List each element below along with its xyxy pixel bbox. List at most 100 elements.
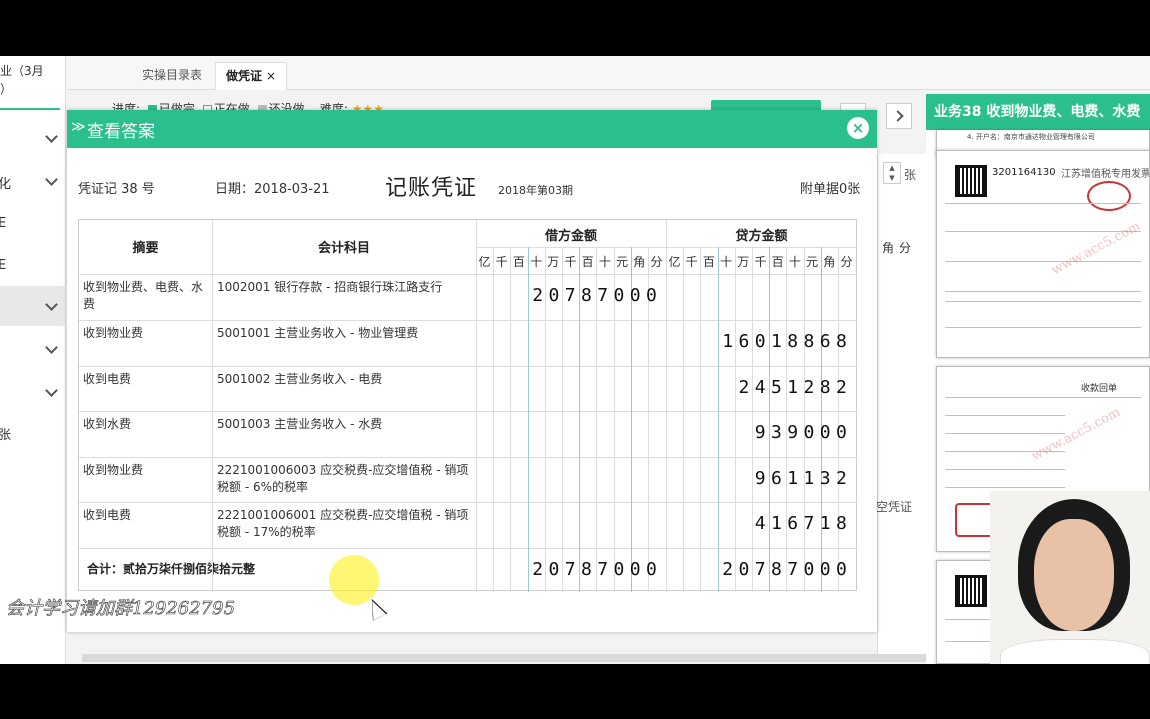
credit-header: 贷方金额 — [735, 229, 788, 244]
grid-col-line — [666, 220, 667, 592]
sidebar-item-3[interactable]: E — [0, 204, 66, 244]
account-cell: 1002001 银行存款 - 招商银行珠江路支行 — [217, 280, 443, 294]
reference-invoice[interactable]: 3201164130 江苏增值税专用发票 www.acc5.com — [936, 150, 1150, 358]
credit-amount: 16018868 — [722, 331, 853, 352]
presenter-face — [1034, 519, 1114, 631]
digit-header: 千 — [564, 255, 577, 269]
mouse-pointer-icon — [365, 597, 387, 621]
digit-header: 十 — [598, 255, 611, 269]
presenter-body — [1000, 639, 1150, 664]
total-label: 合计：贰拾万柒仟捌佰柒拾元整 — [87, 562, 256, 576]
summary-cell: 收到物业费 — [83, 463, 144, 477]
sidebar-item-label: E — [0, 216, 7, 231]
grid-row-line — [79, 320, 857, 321]
grid-col-line — [476, 220, 477, 592]
sidebar-title-line2: ） — [0, 82, 13, 96]
sidebar-item-2[interactable]: 化 — [0, 161, 66, 201]
doc-payee-line: 4. 开户名：南京市通达物业管理有限公司 — [967, 133, 1095, 141]
attachment-unit: 张 — [904, 168, 917, 182]
watermark: www.acc5.com — [1049, 218, 1143, 279]
modal-header: ≫ 查看答案 × — [67, 110, 877, 148]
qr-code-icon — [955, 575, 987, 607]
close-icon[interactable]: × — [847, 117, 869, 139]
invoice-code: 3201164130 — [992, 167, 1056, 178]
sidebar-item-4[interactable]: E — [0, 246, 66, 286]
digit-header: 千 — [495, 255, 508, 269]
sidebar-item-5[interactable] — [0, 286, 66, 326]
modal-title: 查看答案 — [87, 122, 155, 142]
sidebar-item-1[interactable] — [0, 118, 66, 158]
chevrons-down-icon[interactable]: ≫ — [71, 120, 86, 134]
summary-cell: 收到电费 — [83, 372, 132, 386]
tab-make-voucher[interactable]: 做凭证 × — [215, 62, 288, 90]
chevron-down-icon — [45, 130, 58, 143]
tab-label: 做凭证 — [226, 69, 263, 83]
chevron-down-icon — [45, 341, 58, 354]
background-form — [877, 154, 927, 654]
digit-header: 十 — [530, 255, 543, 269]
chevron-down-icon — [45, 173, 58, 186]
digit-header: 角 — [633, 255, 646, 269]
sidebar-item-label: E — [0, 258, 7, 273]
bg-fen-header: 分 — [899, 241, 912, 255]
doc-rule — [945, 469, 1065, 470]
credit-amount: 2451282 — [738, 377, 853, 398]
bank-stamp-icon — [955, 503, 995, 537]
digit-col-line — [734, 247, 736, 592]
doc-rule — [945, 415, 1065, 416]
digit-col-line — [820, 247, 822, 592]
account-cell: 5001001 主营业务收入 - 物业管理费 — [217, 326, 419, 340]
tab-directory[interactable]: 实操目录表 — [132, 62, 212, 90]
doc-rule — [945, 433, 1065, 434]
bg-jiao-header: 角 — [882, 241, 895, 255]
digit-col-line — [769, 247, 771, 592]
app-screen: 业（3月 ） 化 E E 张 实操目录表 做凭证 × 进度: 已做完 正在做 还没… — [0, 56, 1150, 664]
account-cell: 2221001006001 应交税费-应交增值税 - 销项税额 - 17%的税率 — [217, 508, 469, 539]
voucher-title: 记账凭证 — [385, 176, 478, 201]
account-header: 会计科目 — [317, 241, 370, 256]
sidebar-item-6[interactable] — [0, 329, 66, 369]
doc-rule — [945, 261, 1141, 262]
digit-header: 分 — [840, 255, 853, 269]
voucher-date: 日期：2018-03-21 — [215, 182, 330, 197]
sidebar-title-underline — [0, 108, 60, 110]
invoice-type: 江苏增值税专用发票 — [1061, 169, 1150, 180]
webcam-overlay — [990, 491, 1150, 664]
attachment-stepper[interactable]: ▲ ▼ — [883, 162, 901, 184]
chevron-right-icon — [892, 110, 904, 122]
answer-modal: ≫ 查看答案 × 凭证记 38 号 日期：2018-03-21 记账凭证 201… — [67, 110, 877, 632]
sidebar-item-7[interactable] — [0, 372, 66, 412]
grid-row-line — [79, 502, 857, 503]
total-debit-amount: 20787000 — [532, 559, 663, 580]
grid-row-line — [79, 457, 857, 458]
stamp-icon — [1087, 181, 1131, 211]
digit-header: 百 — [702, 255, 715, 269]
close-icon[interactable]: × — [266, 69, 276, 83]
sidebar-item-8[interactable]: 张 — [0, 412, 66, 452]
sidebar-item-label: 化 — [0, 177, 12, 192]
digit-col-line — [527, 247, 529, 592]
study-group-caption: 会计学习请加群129262795 — [6, 598, 236, 620]
watermark: www.acc5.com — [1029, 404, 1123, 465]
summary-cell: 收到物业费 — [83, 326, 144, 340]
summary-header: 摘要 — [132, 241, 159, 256]
digit-header: 万 — [737, 255, 750, 269]
digit-header: 亿 — [478, 255, 491, 269]
qr-code-icon — [955, 165, 987, 197]
account-cell: 5001003 主营业务收入 - 水费 — [217, 417, 383, 431]
next-button[interactable] — [886, 103, 912, 129]
digit-header: 十 — [720, 255, 733, 269]
digit-header: 亿 — [668, 255, 681, 269]
digit-header: 千 — [754, 255, 767, 269]
voucher-period: 2018年第03期 — [498, 184, 573, 197]
doc-rule — [945, 291, 1141, 292]
reference-panel-title: 业务38 收到物业费、电费、水费 — [926, 94, 1150, 130]
account-cell: 2221001006003 应交税费-应交增值税 - 销项税额 - 6%的税率 — [217, 463, 469, 494]
digit-col-line — [838, 247, 839, 592]
digit-header: 万 — [547, 255, 560, 269]
digit-col-line — [700, 247, 702, 592]
digit-col-line — [683, 247, 685, 592]
empty-voucher-link[interactable]: 空凭证 — [876, 498, 912, 515]
receipt-title: 收款回单 — [1081, 384, 1118, 394]
sidebar: 业（3月 ） 化 E E 张 — [0, 56, 66, 664]
